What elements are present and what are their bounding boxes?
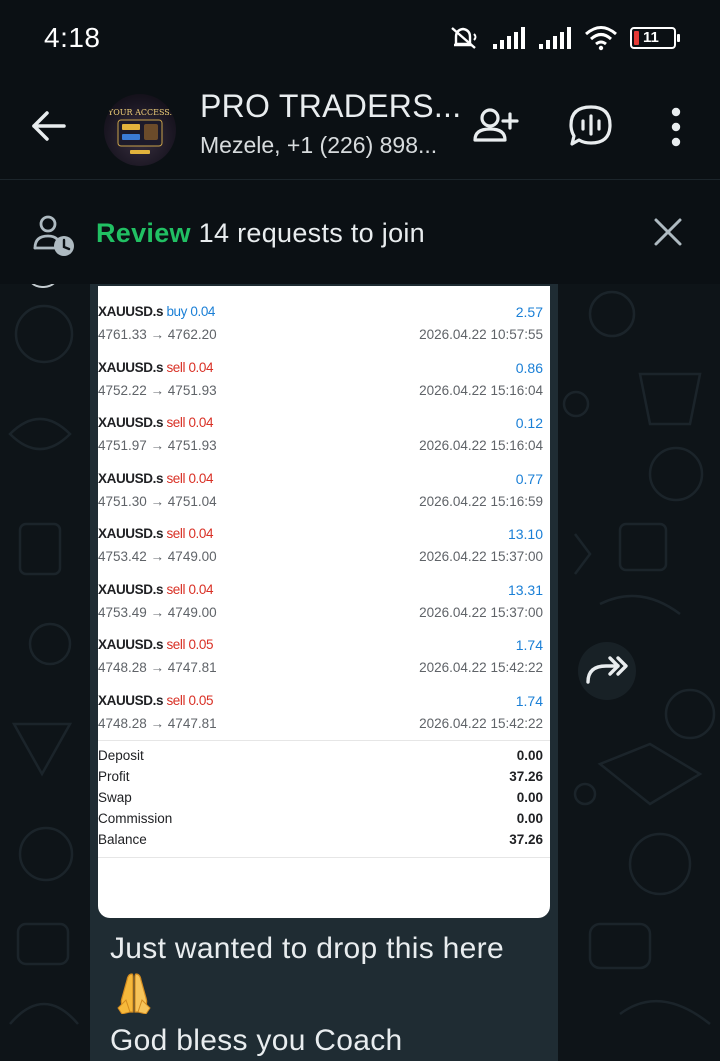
praying-hands-emoji: 🙏 — [112, 970, 156, 1015]
signal-icon-1 — [493, 27, 525, 49]
trade-prices: 4753.49 → 4749.00 — [98, 605, 217, 620]
back-arrow-icon[interactable] — [30, 106, 70, 146]
summary-label: Deposit — [98, 748, 144, 763]
trade-profit: 0.12 — [515, 415, 543, 431]
chat-area[interactable]: XAUUSD.s buy 0.04 4761.33 → 4762.20 2.57… — [0, 284, 720, 1061]
status-time: 4:18 — [44, 22, 101, 53]
trade-row: XAUUSD.s sell 0.04 4753.42 → 4749.00 13.… — [98, 522, 550, 578]
trade-row: XAUUSD.s sell 0.04 4753.49 → 4749.00 13.… — [98, 578, 550, 634]
pending-person-icon — [33, 215, 74, 256]
trade-time: 2026.04.22 15:37:00 — [419, 605, 543, 620]
forward-icon — [586, 656, 628, 684]
status-icons: 11 — [448, 24, 680, 52]
summary-value: 0.00 — [516, 811, 543, 826]
summary-row: Deposit 0.00 — [98, 748, 550, 769]
trade-symbol: XAUUSD.s — [98, 304, 164, 319]
summary-value: 37.26 — [509, 769, 543, 784]
summary-label: Balance — [98, 832, 147, 847]
signal-icon-2 — [539, 27, 571, 49]
trade-profit: 1.74 — [515, 693, 543, 709]
message-line: God bless you Coach — [110, 1024, 403, 1057]
trade-side: sell 0.04 — [166, 471, 214, 486]
trade-symbol: XAUUSD.s — [98, 637, 164, 652]
trade-row: XAUUSD.s sell 0.04 4751.97 → 4751.93 0.1… — [98, 411, 550, 467]
summary-row: Balance 37.26 — [98, 832, 550, 853]
battery-level: 11 — [643, 29, 659, 46]
more-options-icon[interactable] — [652, 102, 700, 152]
avatar-caption: YOUR ACCESS. — [107, 108, 173, 117]
trade-row: XAUUSD.s sell 0.05 4748.28 → 4747.81 1.7… — [98, 689, 550, 745]
summary-label: Profit — [98, 769, 130, 784]
trade-prices: 4751.30 → 4751.04 — [98, 494, 217, 509]
trade-prices: 4751.97 → 4751.93 — [98, 438, 217, 453]
review-link[interactable]: Review — [96, 218, 191, 248]
forward-button[interactable] — [578, 642, 636, 700]
trade-symbol: XAUUSD.s — [98, 693, 164, 708]
requests-count-text: 14 requests to join — [190, 218, 426, 248]
summary-row: Profit 37.26 — [98, 769, 550, 790]
trade-symbol: XAUUSD.s — [98, 582, 164, 597]
trade-time: 2026.04.22 15:42:22 — [419, 716, 543, 731]
wifi-icon — [585, 26, 617, 51]
trade-profit: 13.31 — [507, 582, 543, 598]
summary-row: Commission 0.00 — [98, 811, 550, 832]
trade-prices: 4748.28 → 4747.81 — [98, 660, 217, 675]
status-bar: 4:18 11 — [0, 0, 720, 78]
close-icon[interactable] — [652, 216, 684, 248]
trade-symbol: XAUUSD.s — [98, 415, 164, 430]
trade-time: 2026.04.22 15:16:04 — [419, 438, 543, 453]
battery-icon: 11 — [630, 27, 680, 49]
summary-row: Swap 0.00 — [98, 790, 550, 811]
voice-chat-icon[interactable] — [566, 102, 616, 152]
trade-symbol: XAUUSD.s — [98, 526, 164, 541]
trade-time: 2026.04.22 15:37:00 — [419, 549, 543, 564]
trade-time: 2026.04.22 15:16:04 — [419, 383, 543, 398]
trade-symbol: XAUUSD.s — [98, 360, 164, 375]
trade-profit: 13.10 — [507, 526, 543, 542]
trade-symbol: XAUUSD.s — [98, 471, 164, 486]
add-person-icon[interactable] — [470, 102, 520, 152]
trade-prices: 4752.22 → 4751.93 — [98, 383, 217, 398]
summary-value: 0.00 — [516, 790, 543, 805]
trade-history-screenshot[interactable]: XAUUSD.s buy 0.04 4761.33 → 4762.20 2.57… — [98, 286, 550, 918]
emoji-text: 🙏 — [112, 970, 113, 971]
summary-value: 0.00 — [516, 748, 543, 763]
summary-label: Commission — [98, 811, 173, 826]
summary-value: 37.26 — [509, 832, 543, 847]
group-title[interactable]: PRO TRADERS... — [200, 88, 461, 125]
trade-row: XAUUSD.s sell 0.04 4751.30 → 4751.04 0.7… — [98, 467, 550, 523]
trade-side: sell 0.04 — [166, 582, 214, 597]
trade-profit: 1.74 — [515, 637, 543, 653]
trade-side: sell 0.05 — [166, 693, 214, 708]
trade-side: sell 0.04 — [166, 360, 214, 375]
join-requests-banner[interactable]: Review 14 requests to join — [0, 180, 720, 284]
screen: 4:18 11 YOUR ACCESS. PRO TRADERS... Meze… — [0, 0, 720, 1061]
chat-header: YOUR ACCESS. PRO TRADERS... Mezele, +1 (… — [0, 78, 720, 180]
trade-side: buy 0.04 — [166, 304, 216, 319]
trade-time: 2026.04.22 15:16:59 — [419, 494, 543, 509]
trade-profit: 2.57 — [515, 304, 543, 320]
mute-icon — [451, 27, 477, 49]
summary-divider — [98, 740, 550, 741]
trade-prices: 4748.28 → 4747.81 — [98, 716, 217, 731]
summary-divider — [98, 857, 550, 858]
summary-label: Swap — [98, 790, 132, 805]
trade-row: XAUUSD.s sell 0.05 4748.28 → 4747.81 1.7… — [98, 633, 550, 689]
trade-prices: 4761.33 → 4762.20 — [98, 327, 217, 342]
trade-time: 2026.04.22 15:42:22 — [419, 660, 543, 675]
trade-row: XAUUSD.s buy 0.04 4761.33 → 4762.20 2.57… — [98, 300, 550, 356]
join-requests-text: Review 14 requests to join — [96, 218, 425, 249]
message-line: Just wanted to drop this here — [110, 932, 504, 965]
trade-row: XAUUSD.s sell 0.04 4752.22 → 4751.93 0.8… — [98, 356, 550, 412]
trade-profit: 0.77 — [515, 471, 543, 487]
trade-time: 2026.04.22 10:57:55 — [419, 327, 543, 342]
trade-profit: 0.86 — [515, 360, 543, 376]
trade-side: sell 0.04 — [166, 526, 214, 541]
group-members[interactable]: Mezele, +1 (226) 898... — [200, 132, 437, 159]
trade-side: sell 0.05 — [166, 637, 214, 652]
trade-prices: 4753.42 → 4749.00 — [98, 549, 217, 564]
group-avatar[interactable]: YOUR ACCESS. — [104, 94, 176, 166]
trade-side: sell 0.04 — [166, 415, 214, 430]
